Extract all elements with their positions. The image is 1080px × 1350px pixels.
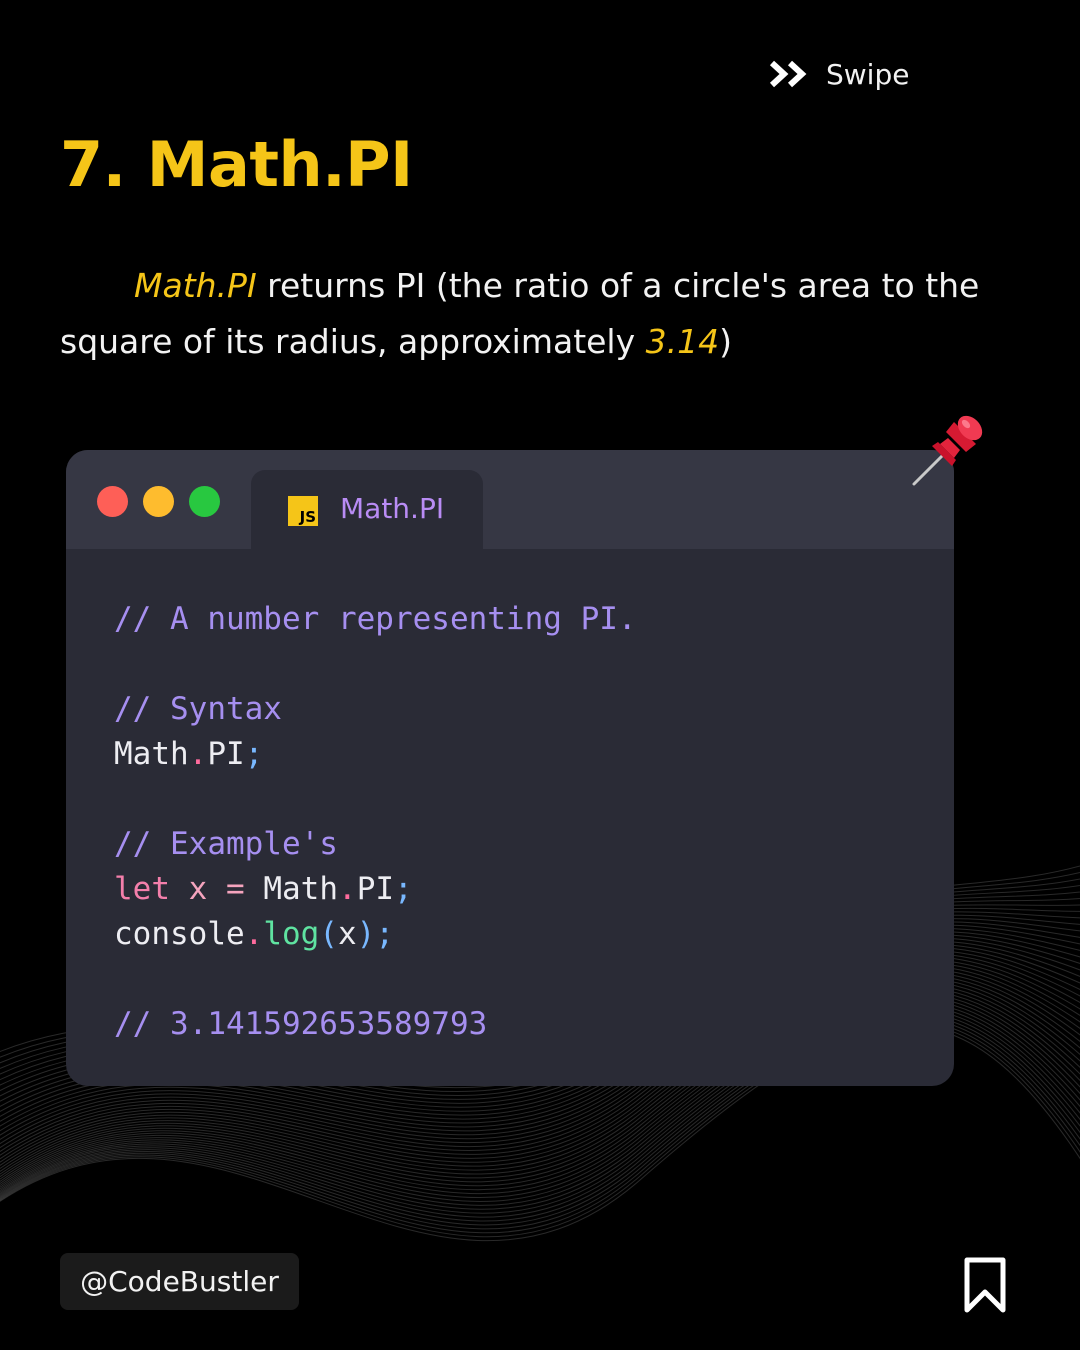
code-block: // A number representing PI. // Syntax M…	[114, 597, 637, 1047]
code-argument: x	[338, 916, 357, 952]
code-dot: .	[244, 916, 264, 952]
code-comment: // Syntax	[114, 691, 282, 727]
double-chevron-right-icon	[770, 60, 807, 88]
code-function: log	[263, 916, 320, 952]
swipe-indicator[interactable]: Swipe	[770, 56, 909, 92]
code-semicolon: ;	[375, 916, 395, 952]
code-variable: x	[188, 871, 208, 907]
editor-tab-label: Math.PI	[340, 492, 445, 525]
maximize-window-button[interactable]	[189, 486, 220, 517]
slide-description: Math.PI returns PI (the ratio of a circl…	[60, 258, 1020, 370]
code-line: // Example's	[114, 822, 637, 867]
minimize-window-button[interactable]	[143, 486, 174, 517]
code-line: Math.PI;	[114, 732, 637, 777]
description-highlight: Math.PI	[134, 266, 257, 305]
code-property: PI	[207, 736, 245, 772]
description-value: 3.14	[645, 322, 720, 361]
code-paren: )	[356, 916, 376, 952]
author-handle[interactable]: @CodeBustler	[60, 1253, 299, 1310]
close-window-button[interactable]	[97, 486, 128, 517]
editor-titlebar: JS Math.PI	[66, 450, 954, 549]
code-line: let x = Math.PI;	[114, 867, 637, 912]
code-line: // A number representing PI.	[114, 597, 637, 642]
code-line: console.log(x);	[114, 912, 637, 957]
code-dot: .	[338, 871, 357, 907]
swipe-label: Swipe	[826, 57, 910, 91]
javascript-file-icon: JS	[288, 496, 318, 526]
description-closing: )	[719, 322, 732, 361]
code-result-comment: // 3.141592653589793	[114, 1006, 488, 1042]
code-line: // Syntax	[114, 687, 637, 732]
code-line: // 3.141592653589793	[114, 1002, 637, 1047]
code-paren: (	[319, 916, 338, 952]
code-operator: =	[226, 871, 245, 907]
slide-title: 7. Math.PI	[60, 128, 413, 201]
code-comment: // Example's	[114, 826, 338, 862]
code-object: Math	[114, 736, 189, 772]
editor-tab[interactable]: JS Math.PI	[251, 470, 483, 549]
code-keyword: let	[114, 871, 170, 907]
code-object: console	[114, 916, 245, 952]
pushpin-icon	[912, 415, 983, 486]
code-semicolon: ;	[394, 871, 413, 907]
code-comment: // A number representing PI.	[114, 601, 637, 637]
code-semicolon: ;	[244, 736, 264, 772]
code-editor-window: JS Math.PI // A number representing PI. …	[66, 450, 954, 1086]
code-object: Math	[263, 871, 339, 907]
code-dot: .	[188, 736, 208, 772]
bookmark-icon[interactable]	[962, 1256, 1008, 1314]
code-property: PI	[356, 871, 395, 907]
